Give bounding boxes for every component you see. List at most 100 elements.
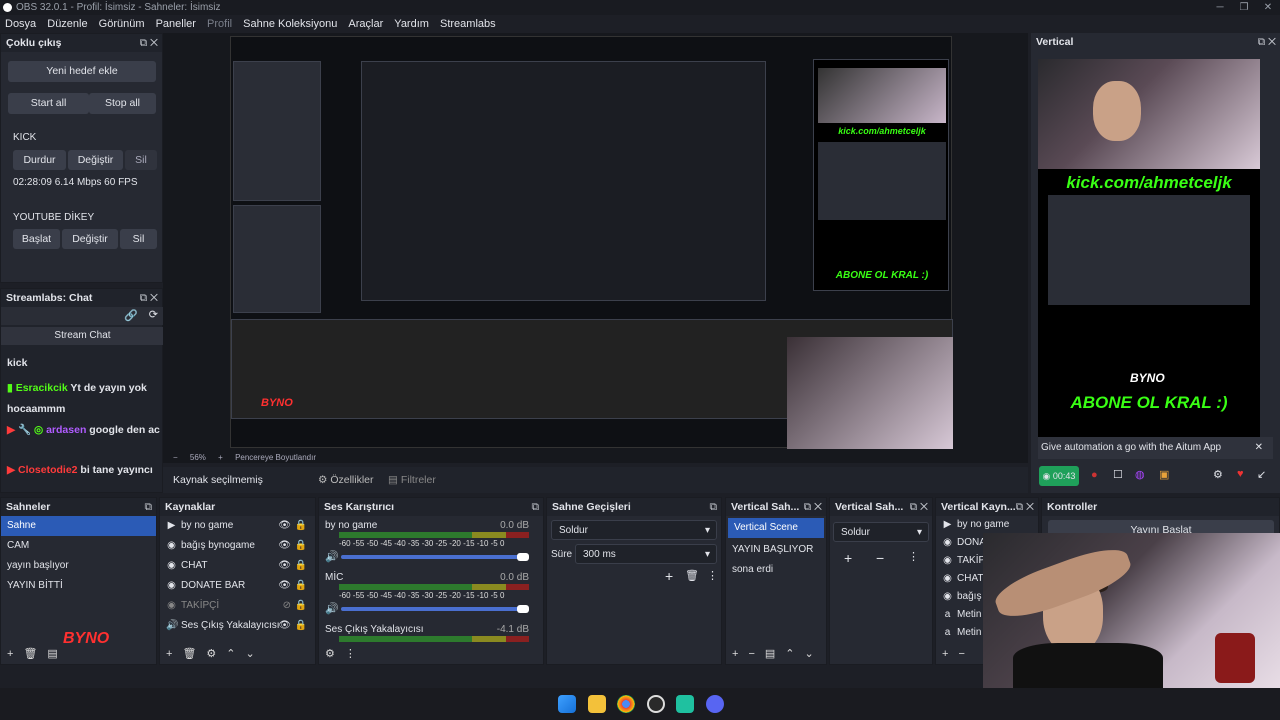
filters-button[interactable]: ▤ Filtreler xyxy=(388,467,436,493)
volume-slider[interactable] xyxy=(341,555,527,559)
remove-icon[interactable]: − xyxy=(876,550,884,566)
dock-menu-icon[interactable]: ⧉ xyxy=(145,498,153,516)
add-icon[interactable]: + xyxy=(844,550,852,566)
up-icon[interactable]: ⌃ xyxy=(785,648,794,660)
menu-edit[interactable]: Düzenle xyxy=(47,18,87,30)
refresh-icon[interactable]: ⟳ xyxy=(149,308,158,321)
down-icon[interactable]: ⌄ xyxy=(805,648,814,660)
source-item[interactable]: ◉ DONATE BAR 👁 🔒 xyxy=(160,576,315,596)
kick-change-button[interactable]: Değiştir xyxy=(68,150,123,170)
discord-icon[interactable] xyxy=(706,695,724,713)
dock-controls-icon[interactable]: ⧉ ✕ xyxy=(910,498,928,516)
eye-icon[interactable]: 👁 xyxy=(278,516,291,536)
close-icon[interactable]: ✕ xyxy=(1256,0,1280,15)
eye-icon[interactable]: 👁 xyxy=(278,556,291,576)
scene-item[interactable]: CAM xyxy=(1,536,156,556)
lock-icon[interactable]: 🔒 xyxy=(295,576,307,596)
windows-start-icon[interactable] xyxy=(558,695,576,713)
vertical-scene-item[interactable]: Vertical Scene xyxy=(728,518,824,538)
source-item[interactable]: ◉ TAKİPÇİ ⊘ 🔒 xyxy=(160,596,315,616)
dock-controls-icon[interactable]: ⧉ ✕ xyxy=(1016,498,1034,516)
record-icon[interactable]: ● xyxy=(1091,469,1098,481)
eye-icon[interactable]: 👁 xyxy=(278,536,291,556)
lock-icon[interactable]: 🔒 xyxy=(295,516,307,536)
zoom-out-icon[interactable]: − xyxy=(173,453,178,462)
eye-icon[interactable]: 👁 xyxy=(278,576,291,596)
menu-dots-icon[interactable]: ⋮ xyxy=(345,648,356,660)
source-item[interactable]: ◉ CHAT 👁 🔒 xyxy=(160,556,315,576)
heart-icon[interactable]: ♥ xyxy=(1237,468,1244,480)
speaker-icon[interactable]: 🔊 xyxy=(325,550,339,563)
add-icon[interactable]: + xyxy=(665,568,673,584)
scene-item[interactable]: yayın başlıyor xyxy=(1,556,156,576)
lock-icon[interactable]: 🔒 xyxy=(295,536,307,556)
chrome-icon[interactable] xyxy=(617,695,635,713)
dock-controls-icon[interactable]: ⧉ ✕ xyxy=(140,34,158,52)
transition-select[interactable]: Soldur xyxy=(551,520,717,541)
source-item[interactable]: ▶ by no game 👁 🔒 xyxy=(160,516,315,536)
dock-controls-icon[interactable]: ⧉ ✕ xyxy=(804,498,822,516)
filter-icon[interactable]: ▤ xyxy=(765,648,775,660)
remove-icon[interactable]: − xyxy=(958,648,964,660)
stop-icon[interactable]: ☐ xyxy=(1113,468,1123,481)
advanced-audio-icon[interactable]: ⚙ xyxy=(325,648,335,660)
lock-icon[interactable]: 🔒 xyxy=(295,616,307,636)
menu-streamlabs[interactable]: Streamlabs xyxy=(440,18,496,30)
source-item[interactable]: 🔊 Ses Çıkış Yakalayıcısı 👁 🔒 xyxy=(160,616,315,636)
menu-help[interactable]: Yardım xyxy=(394,18,429,30)
menu-dots-icon[interactable]: ⋮ xyxy=(908,550,919,563)
start-all-button[interactable]: Start all xyxy=(8,93,89,114)
remove-icon[interactable]: − xyxy=(748,648,754,660)
fit-to-window[interactable]: Pencereye Boyutlandır xyxy=(235,453,316,462)
yt-change-button[interactable]: Değiştir xyxy=(62,229,118,249)
eye-hidden-icon[interactable]: ⊘ xyxy=(283,596,291,616)
menu-dots-icon[interactable]: ⋮ xyxy=(707,569,718,582)
dock-menu-icon[interactable]: ⧉ xyxy=(532,498,540,516)
dock-controls-icon[interactable]: ⧉ ✕ xyxy=(140,289,158,307)
down-icon[interactable]: ⌄ xyxy=(246,648,255,660)
link-icon[interactable]: 🔗 xyxy=(124,309,138,322)
up-icon[interactable]: ⌃ xyxy=(226,648,235,660)
kick-delete-button[interactable]: Sil xyxy=(125,150,157,170)
vertical-transition-select[interactable]: Soldur xyxy=(833,522,929,543)
maximize-icon[interactable]: ❐ xyxy=(1232,0,1256,15)
scene-item[interactable]: Sahne xyxy=(1,516,156,536)
undock-icon[interactable]: ↙ xyxy=(1257,468,1266,481)
new-target-button[interactable]: Yeni hedef ekle xyxy=(8,61,156,82)
trash-icon[interactable]: 🗑 xyxy=(182,648,196,660)
eye-icon[interactable]: 👁 xyxy=(278,616,291,636)
streamlabs-icon[interactable] xyxy=(676,695,694,713)
speaker-icon[interactable]: 🔊 xyxy=(325,602,339,615)
close-icon[interactable]: ✕ xyxy=(1255,437,1263,459)
menu-scene-collection[interactable]: Sahne Koleksiyonu xyxy=(243,18,337,30)
minimize-icon[interactable]: ─ xyxy=(1208,0,1232,15)
volume-slider[interactable] xyxy=(341,607,527,611)
dock-menu-icon[interactable]: ⧉ xyxy=(710,498,718,516)
vertical-timer[interactable]: ◉ 00:43 xyxy=(1039,466,1079,486)
source-item[interactable]: ◉ bağış bynogame 👁 🔒 xyxy=(160,536,315,556)
gear-icon[interactable]: ⚙ xyxy=(1213,468,1223,481)
properties-button[interactable]: ⚙ Özellikler xyxy=(318,467,374,493)
obs-icon[interactable] xyxy=(647,695,665,713)
slider-knob[interactable] xyxy=(517,553,529,561)
stop-all-button[interactable]: Stop all xyxy=(89,93,156,114)
vertical-preview[interactable]: kick.com/ahmetcelјk BYNO ABONE OL KRAL :… xyxy=(1038,59,1260,459)
lock-icon[interactable]: 🔒 xyxy=(295,556,307,576)
zoom-in-icon[interactable]: + xyxy=(218,453,223,462)
trash-icon[interactable]: 🗑 xyxy=(23,648,37,660)
yt-start-button[interactable]: Başlat xyxy=(13,229,60,249)
add-icon[interactable]: + xyxy=(166,648,172,660)
menu-view[interactable]: Görünüm xyxy=(99,18,145,30)
menu-docks[interactable]: Paneller xyxy=(156,18,196,30)
dock-controls-icon[interactable]: ⧉ ✕ xyxy=(1258,33,1276,51)
kick-stop-button[interactable]: Durdur xyxy=(13,150,66,170)
add-icon[interactable]: + xyxy=(7,648,13,660)
slider-knob[interactable] xyxy=(517,605,529,613)
vertical-source-item[interactable]: ▶ by no game xyxy=(936,516,1038,534)
menu-tools[interactable]: Araçlar xyxy=(348,18,383,30)
file-explorer-icon[interactable] xyxy=(588,695,606,713)
menu-profile[interactable]: Profil xyxy=(207,18,232,30)
lock-icon[interactable]: 🔒 xyxy=(295,596,307,616)
filter-icon[interactable]: ▤ xyxy=(47,648,57,660)
trash-icon[interactable]: 🗑 xyxy=(685,569,699,582)
